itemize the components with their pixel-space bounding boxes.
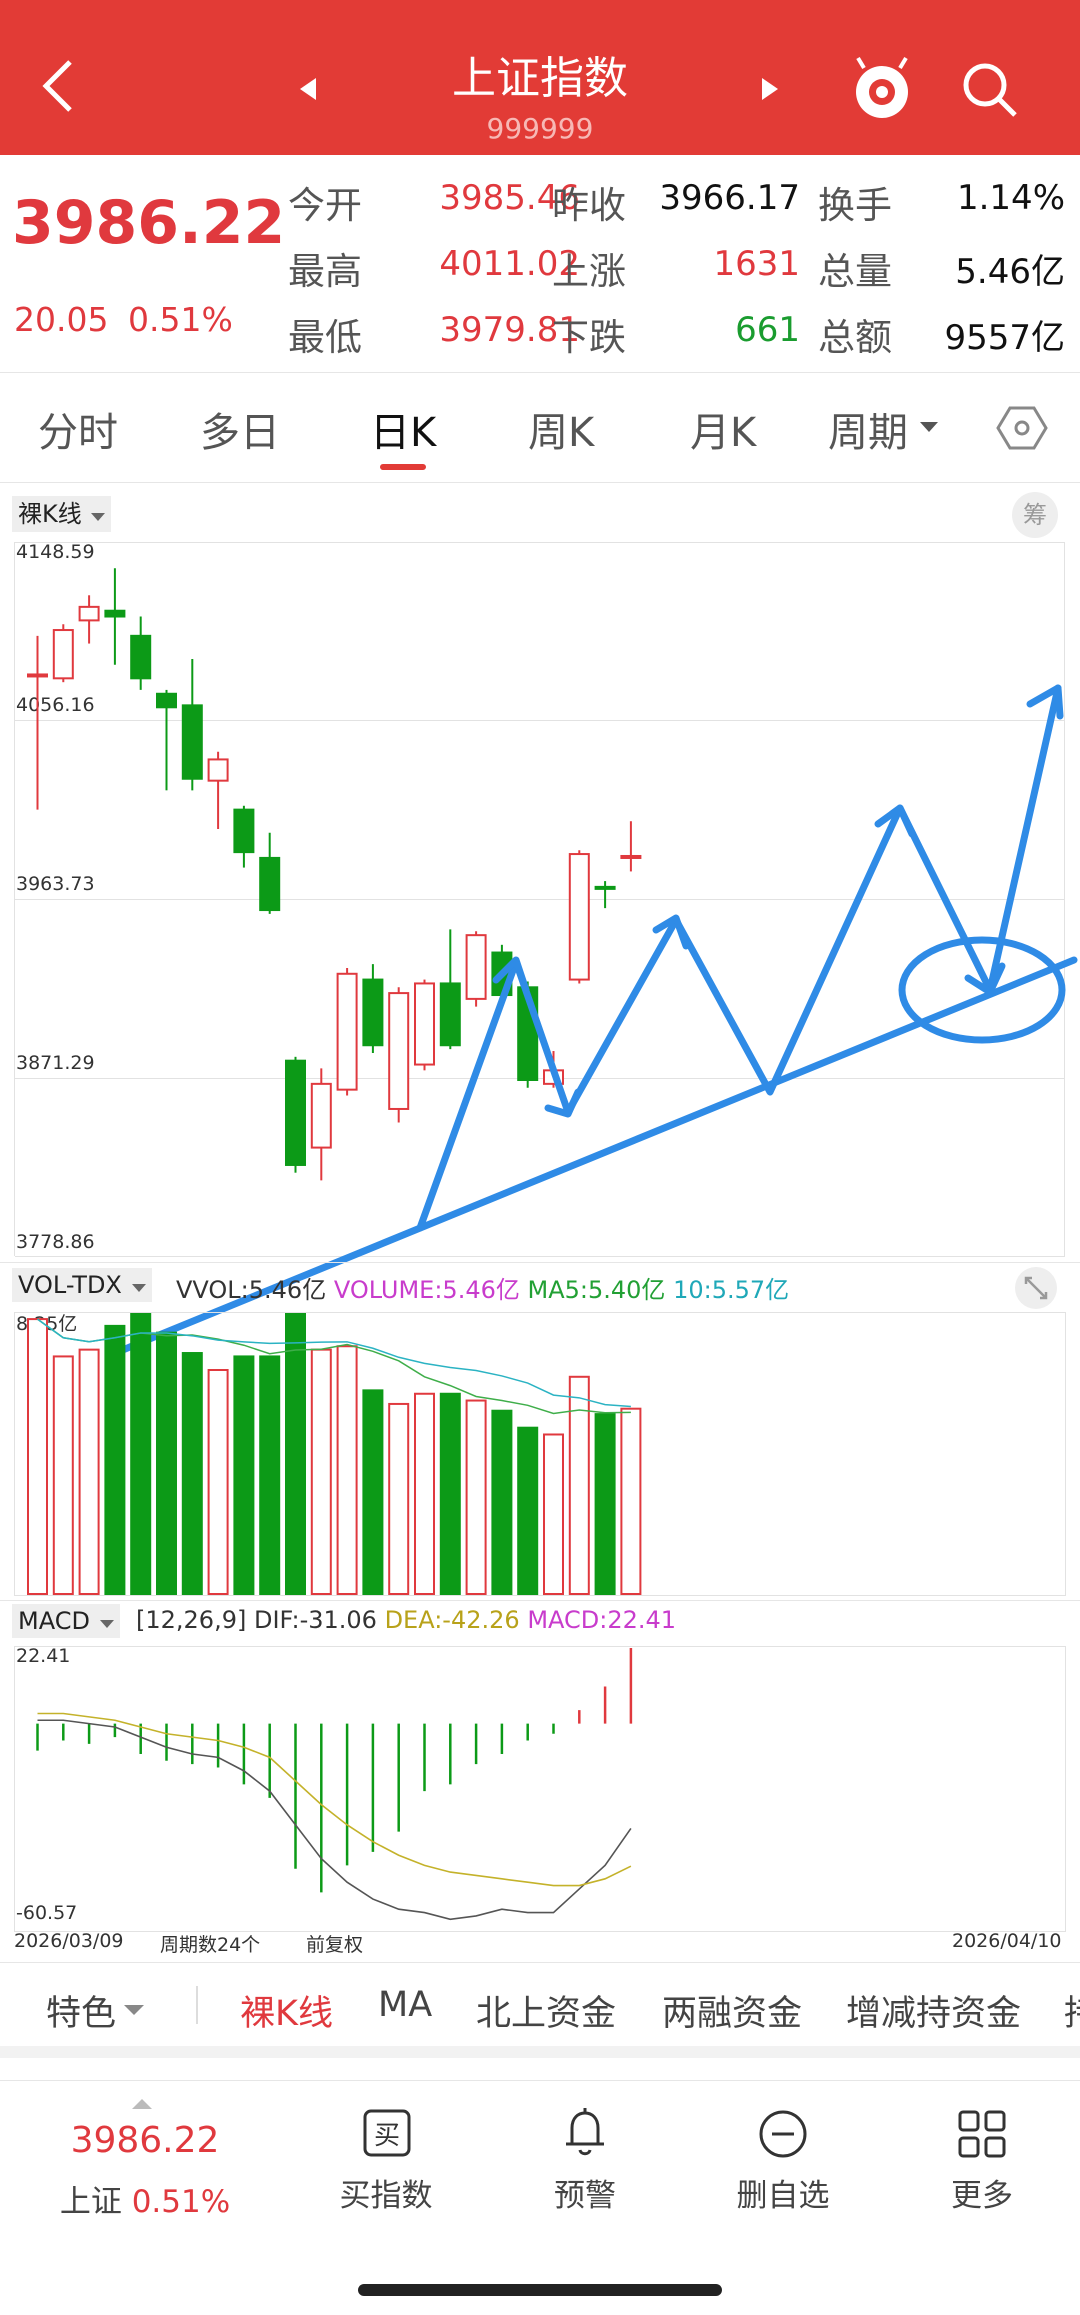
- nav-alert[interactable]: 预警: [515, 2170, 655, 2215]
- chevron-down-icon: [124, 2005, 144, 2015]
- feature-special[interactable]: 特色: [46, 1985, 116, 2036]
- divider: [0, 2080, 1080, 2081]
- dif-line: [37, 1719, 632, 1921]
- divider: [0, 1962, 1080, 1963]
- nav-buy-index[interactable]: 买指数: [316, 2170, 456, 2215]
- dea-line: [37, 1712, 632, 1887]
- nav-price: 3986.22: [70, 2120, 220, 2161]
- feature-margin[interactable]: 两融资金: [662, 1985, 802, 2036]
- svg-text:买: 买: [374, 2121, 400, 2151]
- grid-icon[interactable]: [956, 2108, 1008, 2160]
- feature-naked-k[interactable]: 裸K线: [240, 1985, 333, 2036]
- feature-more[interactable]: 持: [1064, 1985, 1080, 2036]
- divider: [196, 1986, 198, 2024]
- bell-icon[interactable]: [560, 2106, 610, 2160]
- period-count: 周期数24个: [160, 1934, 261, 1956]
- feature-holdings-change[interactable]: 增减持资金: [846, 1985, 1021, 2036]
- nav-index-pct: 0.51%: [131, 2184, 231, 2220]
- nav-index-label: 上证: [59, 2184, 122, 2220]
- nav-index-change: 上证 0.51%: [40, 2176, 250, 2221]
- macd-chart: [36, 1648, 633, 1921]
- home-indicator[interactable]: [358, 2284, 722, 2296]
- nav-more[interactable]: 更多: [912, 2170, 1052, 2215]
- start-date: 2026/03/09: [14, 1930, 124, 1952]
- remove-circle-icon[interactable]: [757, 2108, 809, 2160]
- nav-remove-watchlist[interactable]: 删自选: [713, 2170, 853, 2215]
- feature-northbound[interactable]: 北上资金: [476, 1985, 616, 2036]
- feature-ma[interactable]: MA: [378, 1985, 432, 2025]
- collapse-up-icon[interactable]: [132, 2098, 152, 2110]
- adjustment-label: 前复权: [306, 1934, 364, 1956]
- separator-band: [0, 2046, 1080, 2058]
- end-date: 2026/04/10: [952, 1930, 1062, 1952]
- buy-icon[interactable]: 买: [362, 2108, 412, 2158]
